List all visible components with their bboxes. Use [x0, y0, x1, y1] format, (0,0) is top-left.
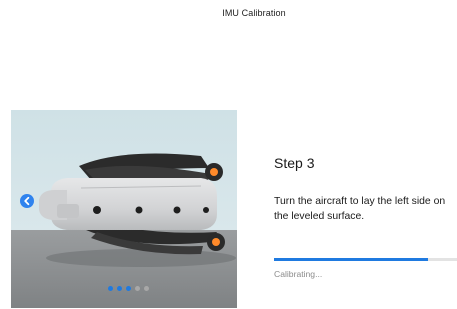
chevron-left-icon [24, 196, 30, 206]
imu-calibration-screen: IMU Calibration Step 3 Turn the aircraft… [0, 0, 457, 309]
calibration-illustration [11, 110, 237, 308]
carousel-dot[interactable] [117, 286, 122, 291]
carousel-dot[interactable] [144, 286, 149, 291]
calibration-progress-bar [274, 258, 457, 261]
step-instruction: Turn the aircraft to lay the left side o… [274, 196, 446, 222]
carousel-dot[interactable] [135, 286, 140, 291]
page-title: IMU Calibration [222, 8, 286, 18]
carousel-dot[interactable] [108, 286, 113, 291]
carousel-dot[interactable] [126, 286, 131, 291]
carousel-indicator [108, 286, 149, 292]
calibration-progress-fill [274, 258, 428, 261]
step-title: Step 3 [274, 155, 315, 171]
calibration-status: Calibrating... [274, 269, 323, 279]
previous-step-button[interactable] [20, 194, 34, 208]
aircraft-illustration [11, 110, 237, 308]
